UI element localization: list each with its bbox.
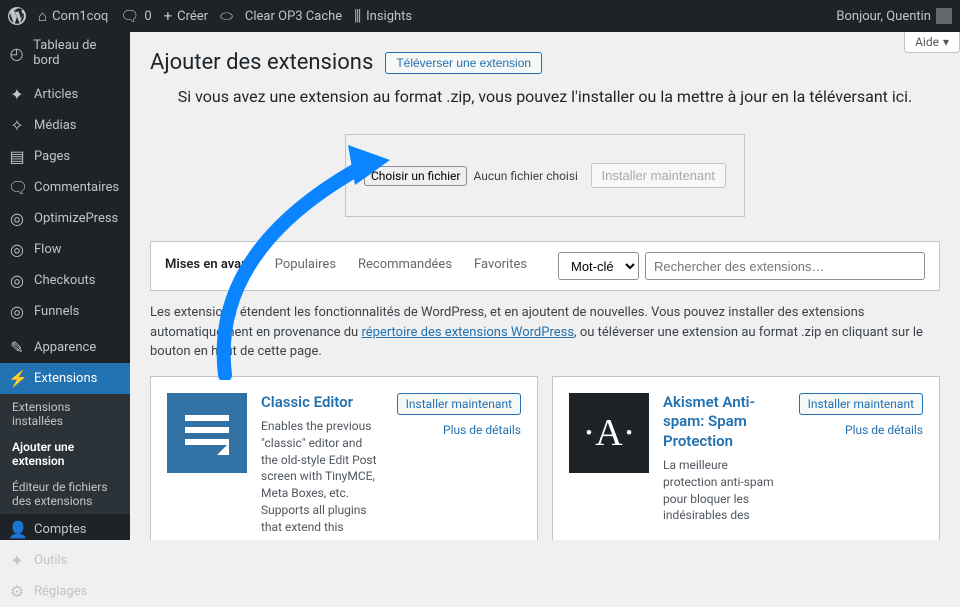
page-icon: ▤: [8, 147, 26, 166]
sidebar-item-media[interactable]: ✧ Médias: [0, 110, 130, 141]
create-label: Créer: [177, 9, 208, 24]
upload-panel: Choisir un fichier Aucun fichier choisi …: [345, 134, 745, 217]
sidebar-label: Réglages: [34, 584, 87, 599]
page-title: Ajouter des extensions: [150, 50, 373, 75]
sidebar-item-flow[interactable]: ◎ Flow: [0, 234, 130, 265]
help-label: Aide: [915, 35, 939, 49]
tab-favorites[interactable]: Favorites: [474, 257, 527, 276]
install-now-disabled-button: Installer maintenant: [591, 163, 726, 188]
sidebar-submenu-plugins: Extensions installées Ajouter une extens…: [0, 394, 130, 514]
sidebar-item-pages[interactable]: ▤ Pages: [0, 141, 130, 172]
comment-count: 0: [144, 9, 151, 24]
sidebar-item-plugins[interactable]: ⚡ Extensions: [0, 363, 130, 394]
sidebar-label: Comptes: [34, 522, 86, 537]
sidebar-item-optimizepress[interactable]: ◎ OptimizePress: [0, 203, 130, 234]
sidebar-item-users[interactable]: 👤 Comptes: [0, 514, 130, 545]
media-icon: ✧: [8, 116, 26, 135]
upload-extension-button[interactable]: Téléverser une extension: [385, 52, 542, 74]
funnel-icon: ◎: [8, 302, 26, 321]
dashboard-icon: ◴: [8, 44, 25, 63]
tab-popular[interactable]: Populaires: [275, 257, 336, 276]
install-now-button[interactable]: Installer maintenant: [397, 393, 521, 415]
help-toggle[interactable]: Aide ▾: [904, 32, 960, 53]
file-status: Aucun fichier choisi: [473, 169, 578, 183]
appearance-icon: ✎: [8, 338, 26, 357]
sidebar-item-funnels[interactable]: ◎ Funnels: [0, 296, 130, 327]
install-now-button[interactable]: Installer maintenant: [799, 393, 923, 415]
sidebar-subitem-editor[interactable]: Éditeur de fichiers des extensions: [0, 474, 130, 514]
settings-icon: ⚙: [8, 582, 26, 601]
tab-featured[interactable]: Mises en avant: [165, 257, 253, 276]
akismet-icon: ·A·: [569, 393, 649, 473]
admin-sidebar: ◴ Tableau de bord ✦ Articles ✧ Médias ▤ Page…: [0, 32, 130, 540]
sidebar-item-dashboard[interactable]: ◴ Tableau de bord: [0, 32, 130, 74]
admin-bar: ⌂Com1coq 🗨0 +Créer ⬭ Clear OP3 Cache ⫼In…: [0, 0, 960, 32]
pin-icon: ✦: [8, 85, 26, 104]
chevron-down-icon: ▾: [943, 35, 949, 49]
filter-bar: Mises en avant Populaires Recommandées F…: [150, 241, 940, 291]
user-greeting[interactable]: Bonjour, Quentin: [836, 8, 952, 24]
sidebar-label: Articles: [34, 87, 78, 102]
sidebar-label: Commentaires: [34, 180, 119, 195]
sidebar-label: Extensions: [34, 371, 97, 386]
site-name: Com1coq: [52, 9, 108, 24]
new-link[interactable]: +Créer: [164, 7, 208, 25]
sidebar-label: Pages: [34, 149, 70, 164]
comment-icon: 🗨: [8, 178, 26, 197]
wp-logo[interactable]: [8, 7, 26, 25]
classic-editor-icon: [167, 393, 247, 473]
sidebar-label: Funnels: [34, 304, 79, 319]
sidebar-label: Outils: [34, 553, 67, 568]
more-details-link[interactable]: Plus de détails: [391, 423, 521, 437]
greeting-text: Bonjour, Quentin: [836, 9, 931, 24]
choose-file-button[interactable]: Choisir un fichier: [364, 166, 467, 186]
users-icon: 👤: [8, 520, 26, 539]
tab-recommended[interactable]: Recommandées: [358, 257, 452, 276]
main-content: Aide ▾ Ajouter des extensions Téléverser …: [130, 32, 960, 540]
repo-link[interactable]: répertoire des extensions WordPress: [361, 325, 574, 340]
description-text: Les extensions étendent les fonctionnali…: [150, 291, 940, 376]
comments-link[interactable]: 🗨0: [120, 7, 151, 25]
plugin-description: Enables the previous "classic" editor an…: [261, 418, 377, 536]
clear-cache-link[interactable]: Clear OP3 Cache: [245, 9, 342, 24]
sidebar-label: OptimizePress: [34, 211, 118, 226]
sidebar-label: Médias: [34, 118, 77, 133]
sidebar-item-appearance[interactable]: ✎ Apparence: [0, 332, 130, 363]
site-link[interactable]: ⌂Com1coq: [38, 7, 108, 25]
plugin-description: La meilleure protection anti-spam pour b…: [663, 457, 779, 524]
sidebar-label: Tableau de bord: [33, 38, 122, 68]
more-details-link[interactable]: Plus de détails: [793, 423, 923, 437]
plugin-card-classic-editor: Classic Editor Enables the previous "cla…: [150, 376, 538, 541]
sidebar-subitem-add[interactable]: Ajouter une extension: [0, 434, 130, 474]
sidebar-item-posts[interactable]: ✦ Articles: [0, 79, 130, 110]
plugin-title-link[interactable]: Classic Editor: [261, 393, 377, 413]
plugin-title-link[interactable]: Akismet Anti-spam: Spam Protection: [663, 393, 779, 452]
sidebar-subitem-installed[interactable]: Extensions installées: [0, 394, 130, 434]
sidebar-item-comments[interactable]: 🗨 Commentaires: [0, 172, 130, 203]
sidebar-item-checkouts[interactable]: ◎ Checkouts: [0, 265, 130, 296]
sidebar-label: Checkouts: [34, 273, 95, 288]
sidebar-label: Flow: [34, 242, 62, 257]
plugin-card-akismet: ·A· Akismet Anti-spam: Spam Protection L…: [552, 376, 940, 541]
sidebar-label: Apparence: [34, 340, 96, 355]
search-input[interactable]: [645, 252, 925, 280]
upload-lead: Si vous avez une extension au format .zi…: [150, 87, 940, 106]
insights-label: Insights: [366, 9, 412, 24]
checkout-icon: ◎: [8, 271, 26, 290]
flow-icon: ◎: [8, 240, 26, 259]
op-icon: ◎: [8, 209, 26, 228]
plugin-icon: ⚡: [8, 369, 26, 388]
insights-link[interactable]: ⫼Insights: [354, 7, 412, 25]
search-type-select[interactable]: Mot-clé: [558, 252, 639, 280]
avatar: [936, 8, 952, 24]
yoast-icon[interactable]: ⬭: [220, 7, 233, 25]
sidebar-item-tools[interactable]: ✦ Outils: [0, 545, 130, 576]
tools-icon: ✦: [8, 551, 26, 570]
sidebar-item-settings[interactable]: ⚙ Réglages: [0, 576, 130, 607]
